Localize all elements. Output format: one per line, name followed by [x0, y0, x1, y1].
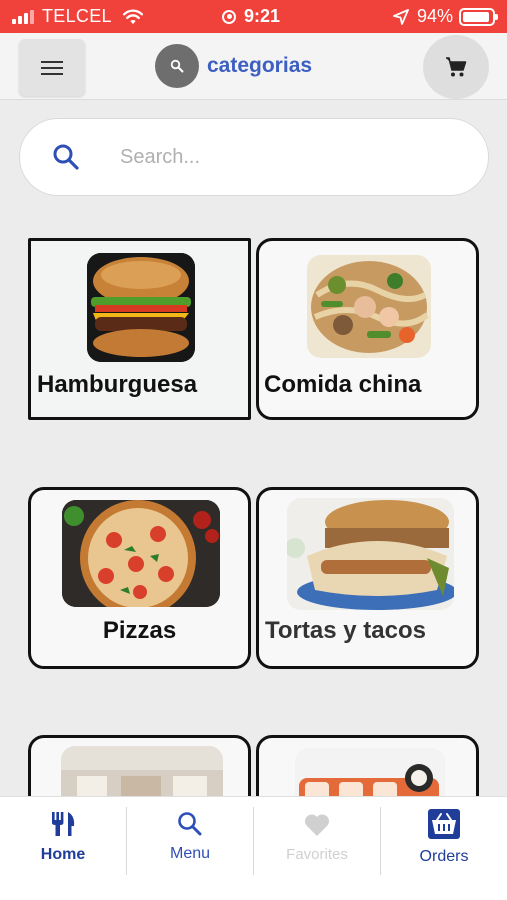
- page-title: categorias: [207, 54, 313, 77]
- battery-icon: [459, 7, 498, 26]
- cart-button[interactable]: [423, 35, 489, 99]
- category-card-tortas-y-tacos[interactable]: Tortas y tacos: [256, 487, 479, 669]
- search-icon: [178, 812, 202, 836]
- bottom-nav: Home Menu Favorites Orders: [0, 796, 507, 900]
- chinese-food-photo: [307, 255, 431, 358]
- signal-strength-icon: [12, 9, 34, 24]
- hamburger-photo: [87, 253, 195, 362]
- nav-home-label: Home: [40, 846, 86, 863]
- nav-home[interactable]: Home: [0, 797, 126, 877]
- tortas-tacos-photo: [287, 498, 454, 610]
- battery-fill: [463, 11, 490, 22]
- heart-icon: [304, 813, 330, 836]
- category-card-hamburguesa[interactable]: Hamburguesa: [28, 238, 251, 420]
- nav-menu-label: Menu: [169, 845, 211, 862]
- category-label: Tortas y tacos: [265, 617, 426, 644]
- status-bar: TELCEL 9:21 94%: [0, 0, 507, 33]
- title-search-icon: [155, 44, 199, 88]
- fork-knife-icon: [52, 812, 75, 836]
- nav-orders-label: Orders: [419, 848, 469, 865]
- category-card-comida-china[interactable]: Comida china: [256, 238, 479, 420]
- shopping-cart-icon: [446, 57, 467, 77]
- menu-button[interactable]: [19, 39, 85, 96]
- basket-icon: [428, 809, 460, 839]
- category-card-pizzas[interactable]: Pizzas: [28, 487, 251, 669]
- hamburger-menu-icon: [41, 60, 63, 75]
- wifi-icon: [122, 9, 143, 24]
- nav-orders[interactable]: Orders: [381, 797, 507, 877]
- category-label: Hamburguesa: [37, 371, 198, 398]
- nav-favorites-label: Favorites: [286, 845, 348, 863]
- location-arrow-icon: [393, 8, 409, 25]
- category-label: Pizzas: [102, 617, 177, 644]
- carrier-name: TELCEL: [42, 6, 112, 26]
- clock-time: 9:21: [244, 6, 281, 26]
- screen-record-icon: [222, 9, 236, 24]
- app-header: categorias: [0, 33, 507, 100]
- search-input[interactable]: [120, 145, 440, 169]
- category-label: Comida china: [264, 371, 422, 398]
- header-title-group: categorias: [155, 44, 312, 88]
- search-icon: [53, 144, 79, 170]
- pizza-photo: [62, 500, 220, 607]
- nav-favorites[interactable]: Favorites: [254, 797, 380, 877]
- nav-menu[interactable]: Menu: [127, 797, 253, 877]
- battery-percent: 94%: [416, 6, 453, 26]
- search-bar[interactable]: [19, 118, 489, 196]
